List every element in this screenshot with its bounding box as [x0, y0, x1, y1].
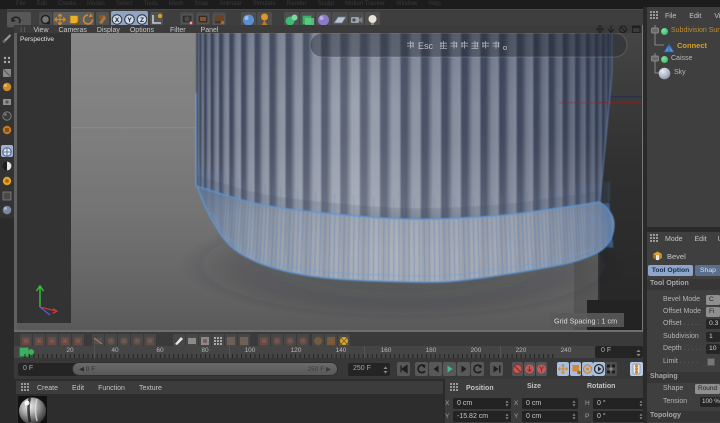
svg-text:Esc: Esc	[418, 41, 434, 51]
svg-text:Grid Spacing : 1 cm: Grid Spacing : 1 cm	[554, 317, 617, 326]
svg-text:Z: Z	[140, 17, 144, 24]
svg-text:X: X	[115, 17, 120, 24]
svg-text:Y: Y	[127, 17, 132, 24]
